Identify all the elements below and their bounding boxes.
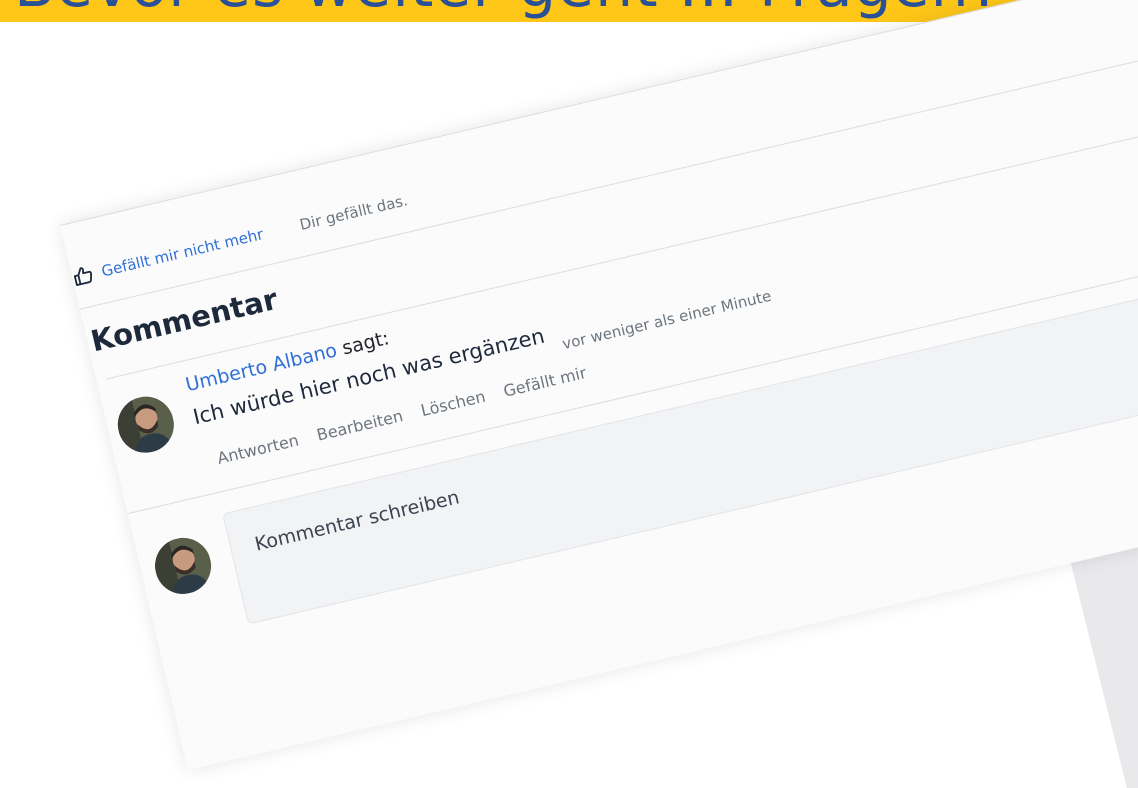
delete-button[interactable]: Löschen: [419, 387, 487, 420]
compose-avatar: [149, 532, 217, 600]
comment-card: Gefällt mir nicht mehr Dir gefällt das. …: [60, 0, 1138, 771]
avatar[interactable]: [112, 391, 180, 459]
comment-timestamp: vor weniger als einer Minute: [560, 286, 774, 354]
avatar-image: [149, 532, 217, 600]
thumbs-up-icon[interactable]: [70, 263, 96, 289]
avatar-image: [112, 391, 180, 459]
edit-button[interactable]: Bearbeiten: [315, 406, 405, 445]
comment-says: sagt:: [340, 327, 392, 360]
banner-title: Bevor es weiter geht ... Fragen?: [14, 0, 1002, 16]
like-status: Dir gefällt das.: [297, 191, 410, 234]
divider-top: [60, 0, 1138, 226]
reply-button[interactable]: Antworten: [215, 430, 300, 467]
like-row: Gefällt mir nicht mehr Dir gefällt das.: [70, 189, 410, 289]
divider-like: [79, 52, 1138, 310]
unlike-link[interactable]: Gefällt mir nicht mehr: [100, 225, 265, 280]
section-title: Kommentar: [87, 281, 281, 359]
comment-input-placeholder: Kommentar schreiben: [252, 486, 462, 556]
slide-stage: Bevor es weiter geht ... Fragen? Gefällt…: [0, 0, 1138, 788]
like-comment-button[interactable]: Gefällt mir: [502, 363, 589, 401]
